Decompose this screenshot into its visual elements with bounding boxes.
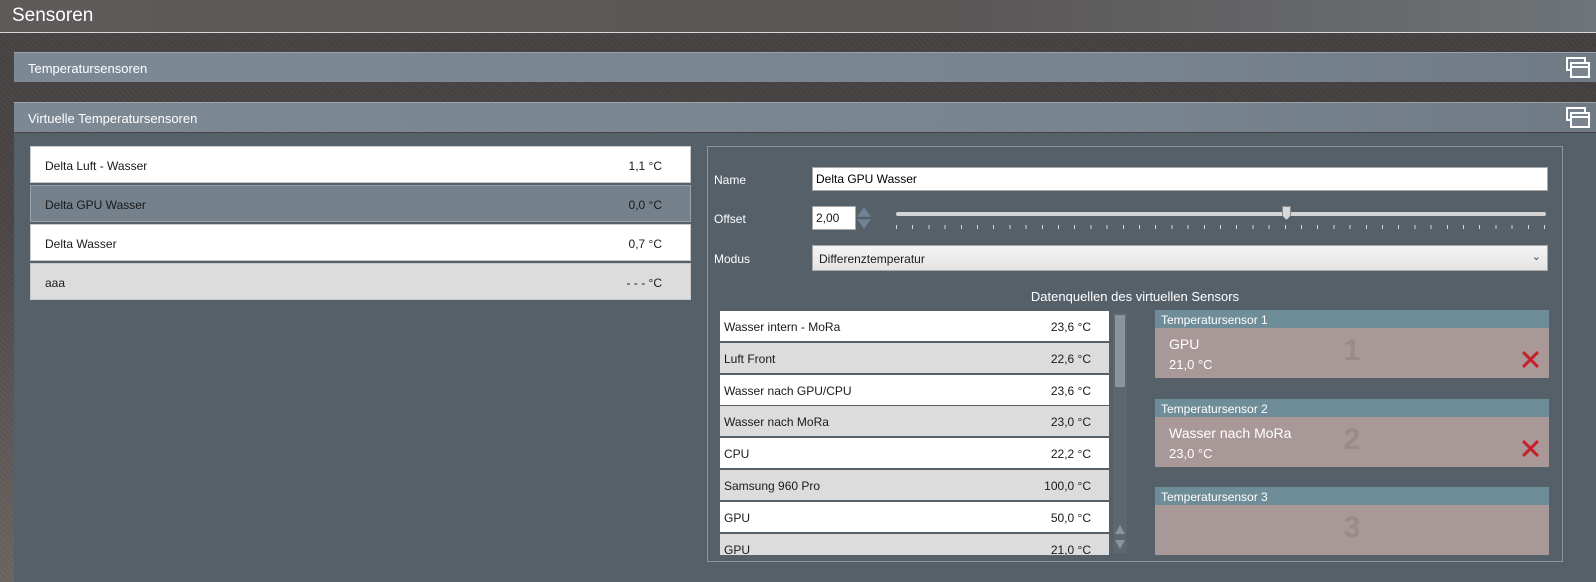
source-value: 21,0 °C [1050, 542, 1091, 555]
slot-header: Temperatursensor 3 [1155, 487, 1549, 505]
offset-slider[interactable] [896, 212, 1546, 216]
source-value: 23,6 °C [1050, 320, 1091, 334]
source-value: 22,6 °C [1050, 351, 1091, 366]
slot-sensor-name: GPU [1169, 336, 1200, 352]
sensor-slot-1[interactable]: Temperatursensor 1 1 GPU 21,0 °C [1155, 310, 1549, 380]
source-item[interactable]: GPU 50,0 °C [720, 501, 1109, 532]
scroll-up-icon[interactable] [1115, 525, 1125, 534]
source-item[interactable]: CPU 22,2 °C [720, 438, 1109, 469]
remove-x-icon[interactable] [1521, 439, 1539, 457]
mode-label: Modus [714, 252, 751, 266]
sources-title: Datenquellen des virtuellen Sensors [1030, 289, 1240, 304]
slider-thumb[interactable] [1282, 206, 1291, 220]
section-label: Virtuelle Temperatursensoren [28, 111, 198, 126]
source-list: Wasser intern - MoRa 23,6 °C Luft Front … [720, 311, 1109, 555]
sensor-slot-2[interactable]: Temperatursensor 2 2 Wasser nach MoRa 23… [1155, 399, 1549, 469]
slot-number: 1 [1343, 334, 1361, 367]
slot-sensor-value: 23,0 °C [1169, 446, 1213, 461]
virtual-sensor-item-selected[interactable]: Delta GPU Wasser 0,0 °C [30, 185, 691, 222]
slot-header: Temperatursensor 1 [1155, 310, 1549, 328]
source-name: GPU [724, 542, 751, 555]
arrow-up-icon[interactable] [857, 207, 871, 217]
section-header-virtual[interactable]: Virtuelle Temperatursensoren [14, 102, 1596, 132]
scrollbar-thumb[interactable] [1115, 315, 1125, 387]
slot-number: 3 [1343, 511, 1361, 544]
title-bar: Sensoren [0, 0, 1596, 33]
virtual-sensor-item[interactable]: Delta Wasser 0,7 °C [30, 224, 691, 261]
source-name: Samsung 960 Pro [724, 478, 821, 493]
source-value: 50,0 °C [1050, 510, 1091, 525]
source-name: Luft Front [724, 351, 776, 366]
page-title: Sensoren [12, 5, 94, 26]
name-label: Name [714, 173, 747, 187]
chevron-down-icon: ⌄ [1531, 251, 1541, 263]
slot-body: 1 GPU 21,0 °C [1155, 328, 1549, 378]
source-item[interactable]: Wasser nach MoRa 23,0 °C [720, 406, 1109, 437]
sensor-slot-3[interactable]: Temperatursensor 3 3 [1155, 487, 1549, 557]
slot-body: 3 [1155, 505, 1549, 555]
section-header-temperature[interactable]: Temperatursensoren [14, 52, 1596, 82]
mode-value: Differenztemperatur [819, 252, 925, 266]
sensor-name: Delta GPU Wasser [45, 198, 146, 212]
offset-input[interactable]: 2,00 [812, 206, 856, 230]
source-value: 23,6 °C [1050, 383, 1091, 398]
source-item[interactable]: Samsung 960 Pro 100,0 °C [720, 469, 1109, 500]
collapse-windows-icon[interactable] [1566, 56, 1592, 80]
collapse-windows-icon[interactable] [1566, 106, 1592, 130]
sensor-name: aaa [45, 276, 66, 290]
virtual-sensor-item[interactable]: Delta Luft - Wasser 1,1 °C [30, 146, 691, 183]
section-label: Temperatursensoren [28, 61, 148, 76]
arrow-down-icon[interactable] [857, 219, 871, 229]
source-name: Wasser intern - MoRa [724, 320, 841, 334]
sensor-name: Delta Wasser [45, 237, 117, 251]
source-name: Wasser nach MoRa [724, 415, 829, 430]
source-item[interactable]: Luft Front 22,6 °C [720, 342, 1109, 373]
slider-ticks [896, 225, 1546, 229]
slot-sensor-name: Wasser nach MoRa [1169, 425, 1292, 441]
slot-header: Temperatursensor 2 [1155, 399, 1549, 417]
virtual-sensors-panel: Delta Luft - Wasser 1,1 °C Delta GPU Was… [14, 133, 1596, 582]
source-value: 23,0 °C [1050, 415, 1091, 430]
source-name: GPU [724, 510, 751, 525]
slot-body: 2 Wasser nach MoRa 23,0 °C [1155, 417, 1549, 467]
sensor-name: Delta Luft - Wasser [45, 159, 148, 173]
sensor-value: 0,0 °C [628, 198, 662, 212]
offset-label: Offset [714, 212, 746, 226]
virtual-sensor-item[interactable]: aaa - - - °C [30, 263, 691, 300]
source-item[interactable]: GPU 21,0 °C [720, 533, 1109, 555]
source-value: 100,0 °C [1044, 478, 1091, 493]
source-value: 22,2 °C [1050, 447, 1091, 462]
source-list-scrollbar[interactable] [1113, 313, 1127, 553]
scroll-down-icon[interactable] [1115, 540, 1125, 549]
sensor-editor: Name Offset 2,00 Modus Differenztemperat… [707, 146, 1563, 562]
virtual-sensor-list: Delta Luft - Wasser 1,1 °C Delta GPU Was… [30, 146, 691, 302]
sensor-value: 1,1 °C [628, 159, 662, 173]
mode-select[interactable]: Differenztemperatur ⌄ [812, 245, 1548, 271]
remove-x-icon[interactable] [1521, 350, 1539, 368]
name-input[interactable] [812, 167, 1548, 191]
offset-spinner[interactable] [857, 206, 871, 230]
sensor-value: 0,7 °C [628, 237, 662, 251]
slot-sensor-value: 21,0 °C [1169, 357, 1213, 372]
sensor-value: - - - °C [626, 276, 662, 290]
source-item[interactable]: Wasser nach GPU/CPU 23,6 °C [720, 374, 1109, 405]
source-name: CPU [724, 447, 750, 462]
source-name: Wasser nach GPU/CPU [724, 383, 852, 398]
source-item[interactable]: Wasser intern - MoRa 23,6 °C [720, 311, 1109, 341]
